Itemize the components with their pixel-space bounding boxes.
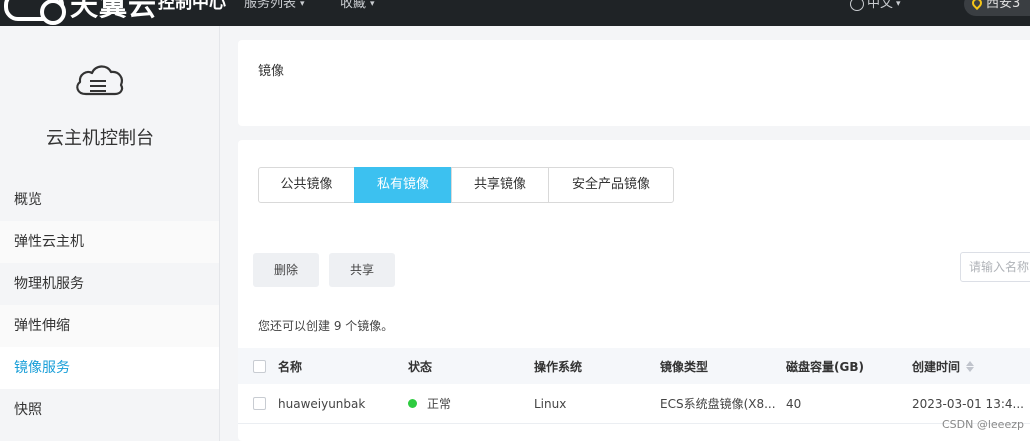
- cloud-server-icon: [76, 65, 124, 96]
- quota-text: 您还可以创建 9 个镜像。: [258, 319, 394, 333]
- image-name-link[interactable]: huaweiyunbak: [278, 384, 365, 423]
- select-all-checkbox[interactable]: [253, 348, 266, 384]
- services-menu-label: 服务列表: [244, 0, 297, 11]
- sidebar-item-bare-metal[interactable]: 物理机服务: [0, 263, 219, 305]
- favorites-menu[interactable]: 收藏 ▾: [340, 0, 375, 14]
- sidebar-item-ecs[interactable]: 弹性云主机: [0, 221, 219, 263]
- chevron-down-icon: ▾: [300, 0, 305, 9]
- page-title: 镜像: [258, 64, 285, 79]
- status-cell: 正常: [408, 384, 451, 423]
- region-selector[interactable]: 西安3: [964, 0, 1030, 16]
- language-switch[interactable]: 中文 ▾: [850, 0, 901, 14]
- sort-icon[interactable]: [966, 360, 975, 372]
- favorites-menu-label: 收藏: [340, 0, 367, 11]
- tab-private-images[interactable]: 私有镜像: [354, 167, 452, 203]
- sidebar-item-snapshots[interactable]: 快照: [0, 389, 219, 431]
- image-tabs: 公共镜像 私有镜像 共享镜像 安全产品镜像: [258, 167, 674, 203]
- os-cell: Linux: [534, 396, 567, 411]
- column-header-os: 操作系统: [534, 359, 583, 374]
- logo-text: 天翼云: [70, 0, 158, 22]
- row-checkbox[interactable]: [253, 384, 266, 423]
- search-input[interactable]: 请输入名称: [960, 252, 1030, 282]
- services-menu[interactable]: 服务列表 ▾: [244, 0, 305, 14]
- sidebar-item-overview[interactable]: 概览: [0, 179, 219, 221]
- status-text: 正常: [427, 397, 452, 411]
- sidebar: 云主机控制台 概览 弹性云主机 物理机服务 弹性伸缩 镜像服务 快照: [0, 26, 220, 441]
- tab-public-images[interactable]: 公共镜像: [258, 167, 355, 203]
- chevron-down-icon: ▾: [370, 0, 375, 9]
- logo-icon: [4, 0, 66, 25]
- column-header-name: 名称: [278, 359, 303, 374]
- language-label: 中文: [867, 0, 894, 11]
- region-label: 西安3: [986, 0, 1021, 11]
- globe-icon: [850, 0, 864, 11]
- brand-logo[interactable]: 天翼云: [4, 0, 158, 25]
- tab-shared-images[interactable]: 共享镜像: [451, 167, 549, 203]
- delete-button[interactable]: 删除: [253, 253, 319, 287]
- column-header-type: 镜像类型: [660, 359, 709, 374]
- page-header-card: 镜像: [238, 40, 1030, 126]
- image-list-card: 公共镜像 私有镜像 共享镜像 安全产品镜像 删除 共享 请输入名称 您还可以创建…: [238, 140, 1030, 441]
- watermark: CSDN @leeezp: [942, 418, 1024, 431]
- table-row: huaweiyunbak 正常 Linux ECS系统盘镜像(X8... 40 …: [238, 384, 1030, 424]
- tab-security-product-images[interactable]: 安全产品镜像: [548, 167, 674, 203]
- disk-cell: 40: [786, 396, 802, 411]
- checkbox-icon: [253, 397, 266, 410]
- sidebar-item-autoscaling[interactable]: 弹性伸缩: [0, 305, 219, 347]
- status-dot-icon: [408, 399, 417, 408]
- share-button[interactable]: 共享: [329, 253, 395, 287]
- chevron-down-icon: ▾: [896, 0, 901, 9]
- sidebar-title: 云主机控制台: [46, 128, 154, 149]
- top-bar: 天翼云 控制中心 服务列表 ▾ 收藏 ▾ 中文 ▾ 西安3: [0, 0, 1030, 26]
- column-header-created-label: 创建时间: [912, 359, 961, 374]
- column-header-status: 状态: [408, 359, 433, 374]
- sidebar-item-images[interactable]: 镜像服务: [0, 347, 219, 389]
- location-pin-icon: [972, 0, 982, 11]
- column-header-created[interactable]: 创建时间: [912, 348, 975, 384]
- checkbox-icon: [253, 359, 266, 373]
- table-header: 名称 状态 操作系统 镜像类型 磁盘容量(GB) 创建时间: [238, 348, 1030, 384]
- console-title[interactable]: 控制中心: [158, 0, 226, 15]
- column-header-disk: 磁盘容量(GB): [786, 359, 864, 374]
- image-type-cell: ECS系统盘镜像(X8...: [660, 397, 776, 411]
